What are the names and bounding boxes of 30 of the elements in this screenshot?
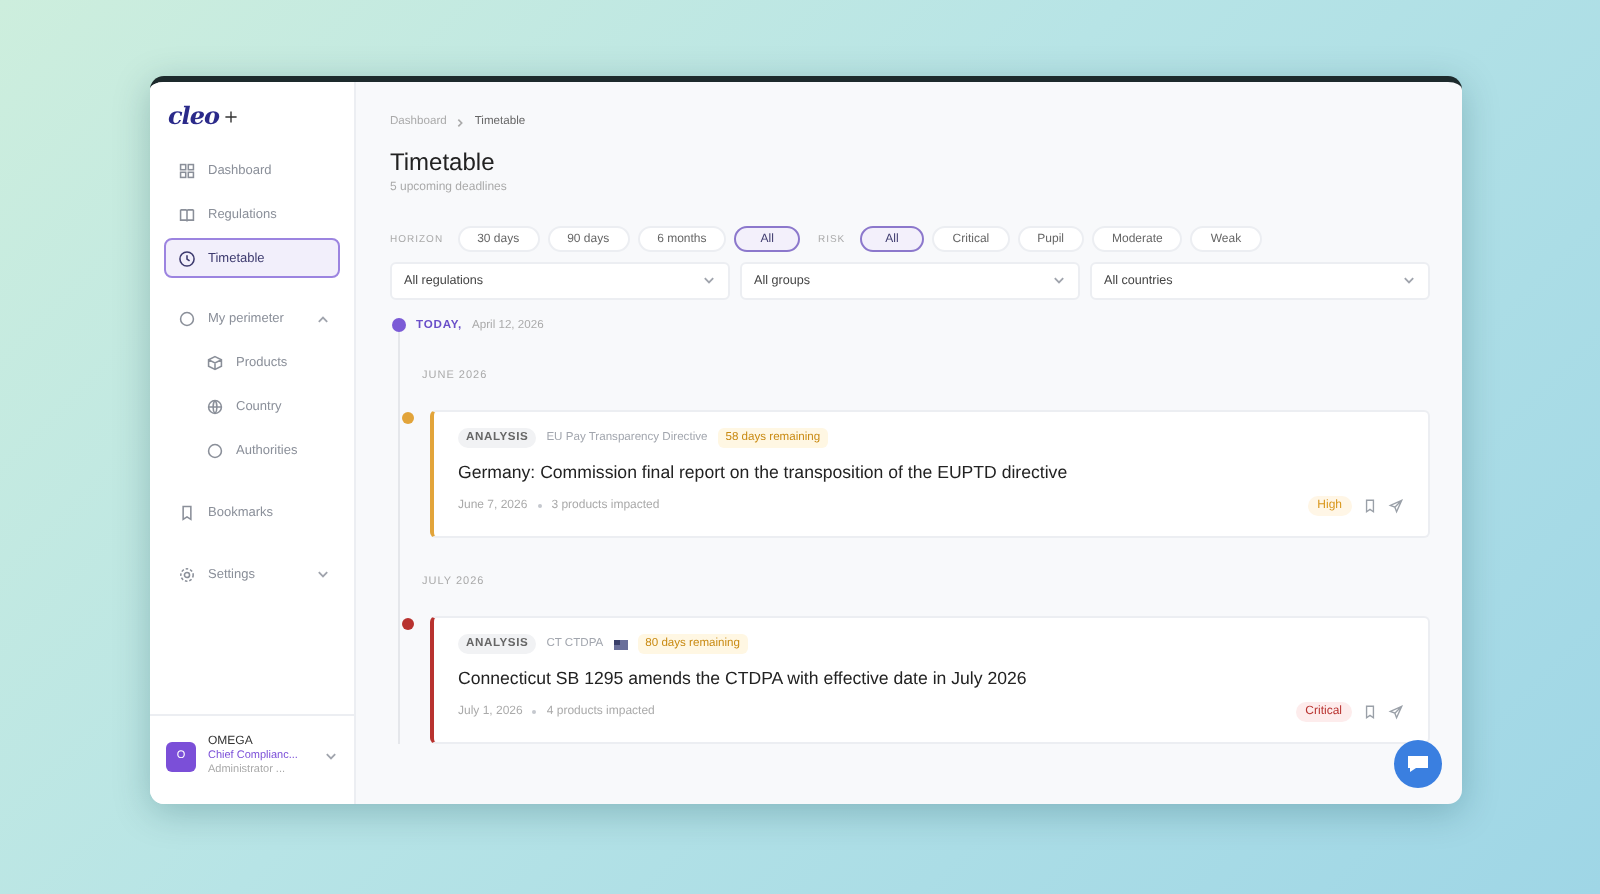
chevron-icon [1402, 274, 1416, 288]
menu-icon [206, 397, 224, 416]
bookmark-icon[interactable] [1362, 498, 1378, 514]
plus-icon [223, 109, 238, 123]
chevron-icon [316, 567, 330, 582]
menu-icon [206, 353, 224, 372]
menu-icon [178, 565, 196, 584]
menu-icon [178, 162, 196, 181]
chevron-icon [316, 311, 330, 326]
chevron-icon [456, 117, 465, 127]
menu-icon [178, 309, 196, 328]
logo[interactable]: cleo [168, 102, 220, 130]
menu-icon [178, 503, 196, 522]
send-icon[interactable] [1388, 704, 1404, 720]
chevron-icon [324, 749, 338, 763]
card-title: Germany: Commission final report on the transposition of the EUPTD directive [458, 462, 1070, 482]
menu-icon [178, 249, 196, 267]
separator-dot [537, 504, 542, 508]
menu-icon [206, 441, 224, 460]
chat-button[interactable] [1394, 740, 1442, 788]
chevron-icon [702, 274, 716, 288]
page-title: Timetable [390, 148, 497, 176]
chevron-icon [1052, 274, 1066, 288]
today-dot [392, 318, 406, 332]
menu-icon [178, 206, 196, 225]
card-title: Connecticut SB 1295 amends the CTDPA with effective date in July 2026 [458, 668, 1029, 688]
chat-icon [1406, 754, 1430, 774]
bookmark-icon[interactable] [1362, 704, 1378, 720]
send-icon[interactable] [1388, 498, 1404, 514]
separator-dot [532, 710, 537, 714]
